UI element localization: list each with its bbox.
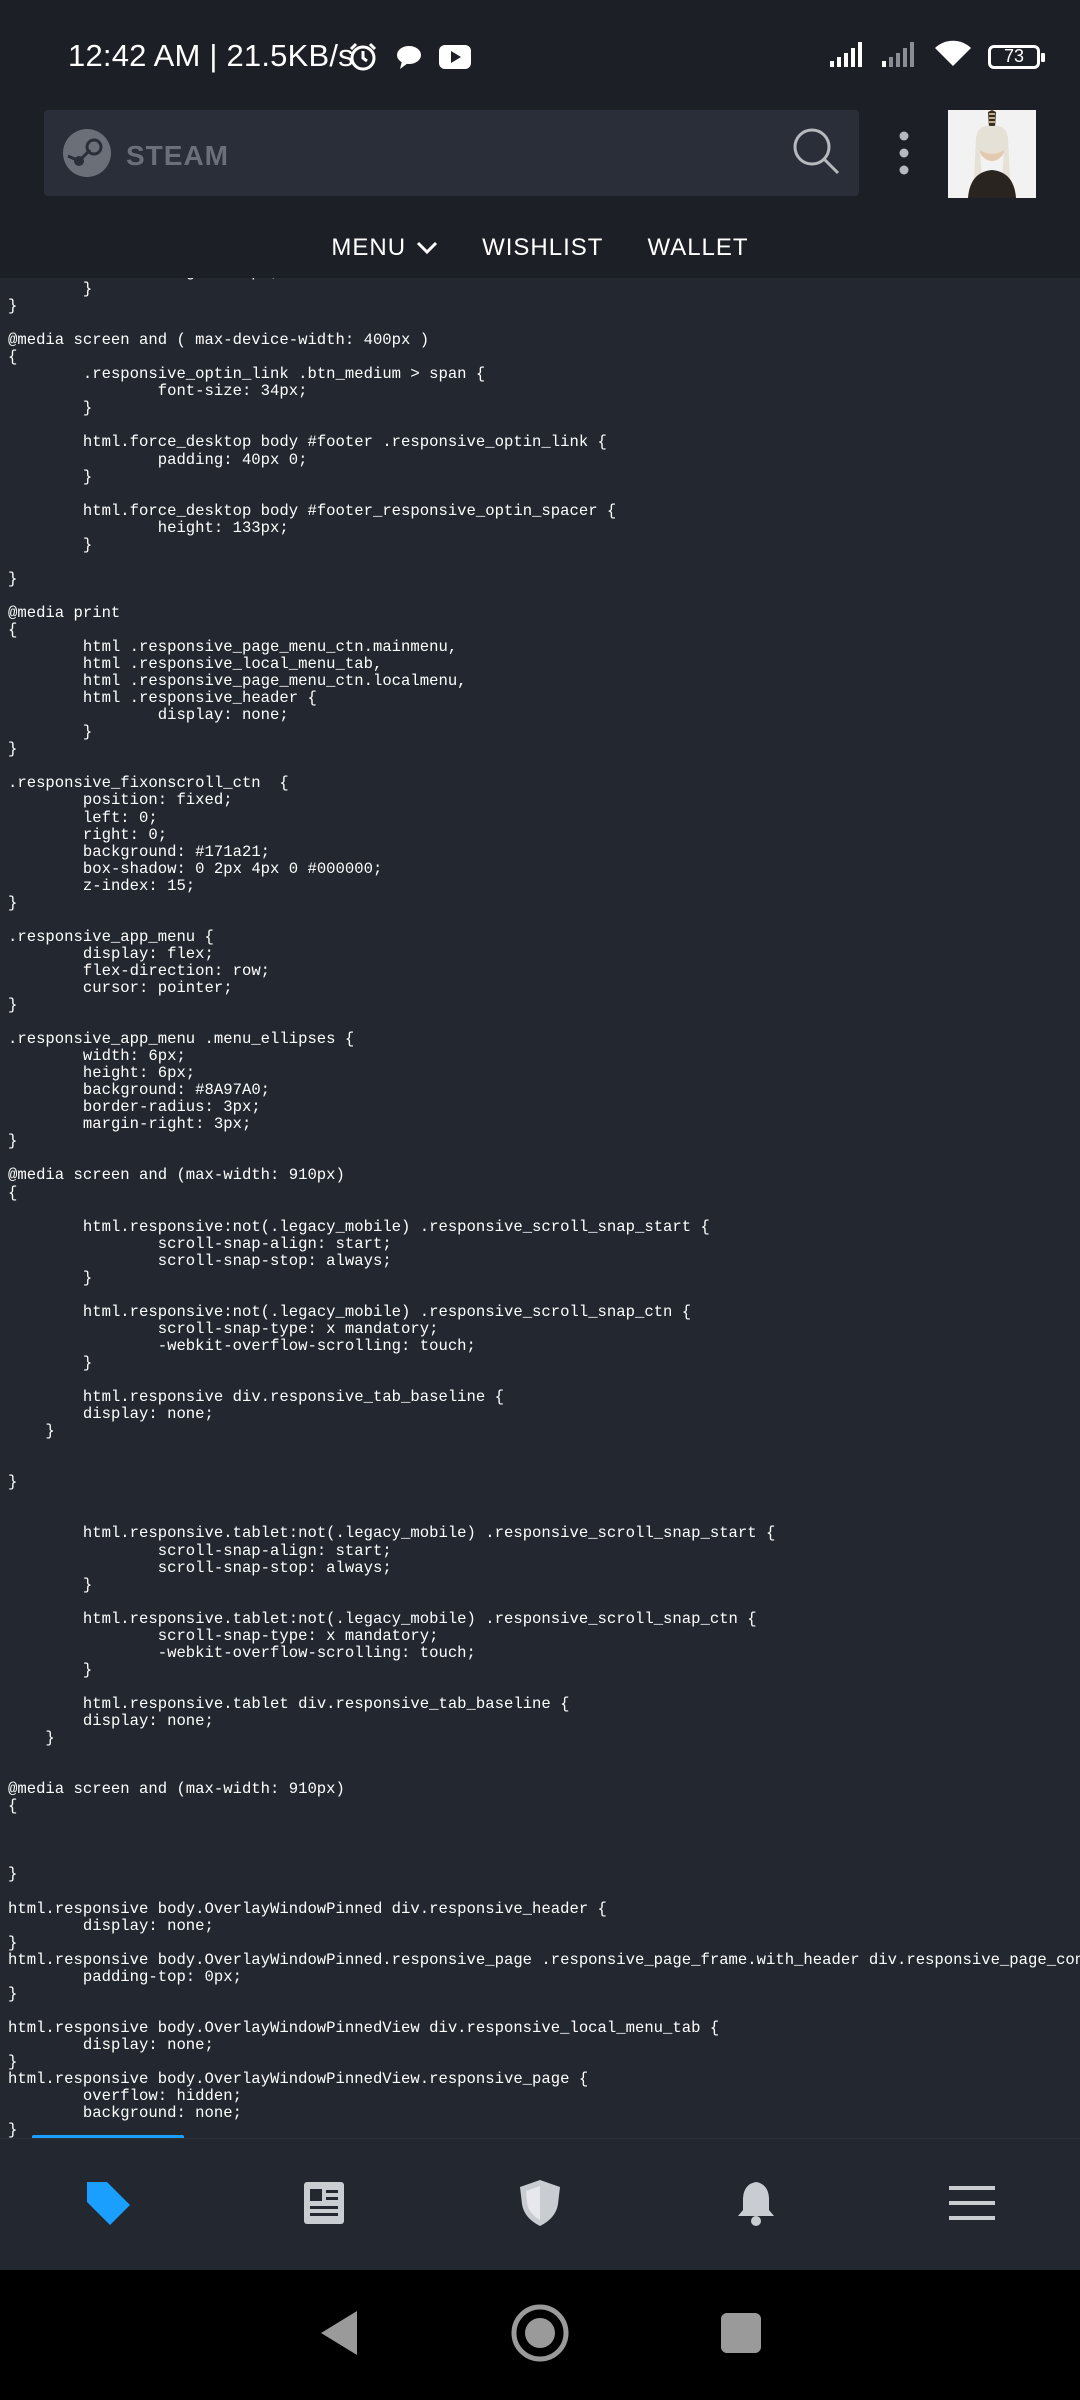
- status-bar: 12:42 AM | 21.5KB/s 73: [0, 0, 1080, 110]
- system-nav-bar: [0, 2270, 1080, 2400]
- steam-wordmark: STEAM: [126, 139, 229, 171]
- back-icon[interactable]: [317, 2308, 361, 2363]
- nav-wallet[interactable]: WALLET: [647, 234, 748, 262]
- search-bar[interactable]: STEAM: [44, 110, 859, 196]
- battery-level: 73: [1003, 46, 1025, 66]
- chevron-down-icon: [416, 234, 438, 262]
- news-tab[interactable]: [264, 2155, 384, 2255]
- steam-logo[interactable]: STEAM: [62, 128, 229, 183]
- user-avatar[interactable]: [948, 110, 1036, 198]
- status-system-icons: 73: [830, 40, 1045, 73]
- news-icon: [304, 2181, 344, 2229]
- store-tag-icon: [83, 2178, 133, 2233]
- css-source-text: height: 91px; } } @media screen and ( ma…: [8, 278, 1080, 2138]
- chat-bubble-icon: [394, 42, 424, 77]
- more-tab[interactable]: [912, 2155, 1032, 2255]
- nav-menu-label: MENU: [331, 234, 407, 261]
- steam-nav: MENU WISHLIST WALLET: [0, 225, 1080, 271]
- alarm-icon: [346, 40, 380, 79]
- security-tab[interactable]: [480, 2155, 600, 2255]
- kebab-menu-icon[interactable]: [894, 130, 914, 181]
- notifications-tab[interactable]: [696, 2155, 816, 2255]
- bell-icon: [736, 2180, 776, 2231]
- steam-logo-icon: [62, 128, 112, 183]
- shield-icon: [520, 2179, 560, 2231]
- signal-icon: [882, 41, 918, 72]
- nav-menu[interactable]: MENU: [331, 234, 438, 262]
- status-notification-icons: [346, 40, 472, 79]
- status-time: 12:42 AM | 21.5KB/s: [68, 38, 354, 73]
- store-tab[interactable]: [48, 2155, 168, 2255]
- wifi-icon: [934, 40, 972, 73]
- signal-icon: [830, 41, 866, 72]
- bottom-app-nav: [0, 2138, 1080, 2271]
- recents-icon[interactable]: [719, 2311, 763, 2360]
- home-icon[interactable]: [511, 2304, 569, 2367]
- battery-icon: 73: [988, 44, 1045, 69]
- search-icon[interactable]: [791, 126, 841, 181]
- steam-header: STEAM MENU WISHLIST WALLET: [0, 110, 1080, 278]
- youtube-icon: [438, 44, 472, 75]
- nav-wishlist[interactable]: WISHLIST: [482, 234, 603, 262]
- css-source-view[interactable]: height: 91px; } } @media screen and ( ma…: [0, 278, 1080, 2138]
- hamburger-menu-icon: [949, 2185, 995, 2225]
